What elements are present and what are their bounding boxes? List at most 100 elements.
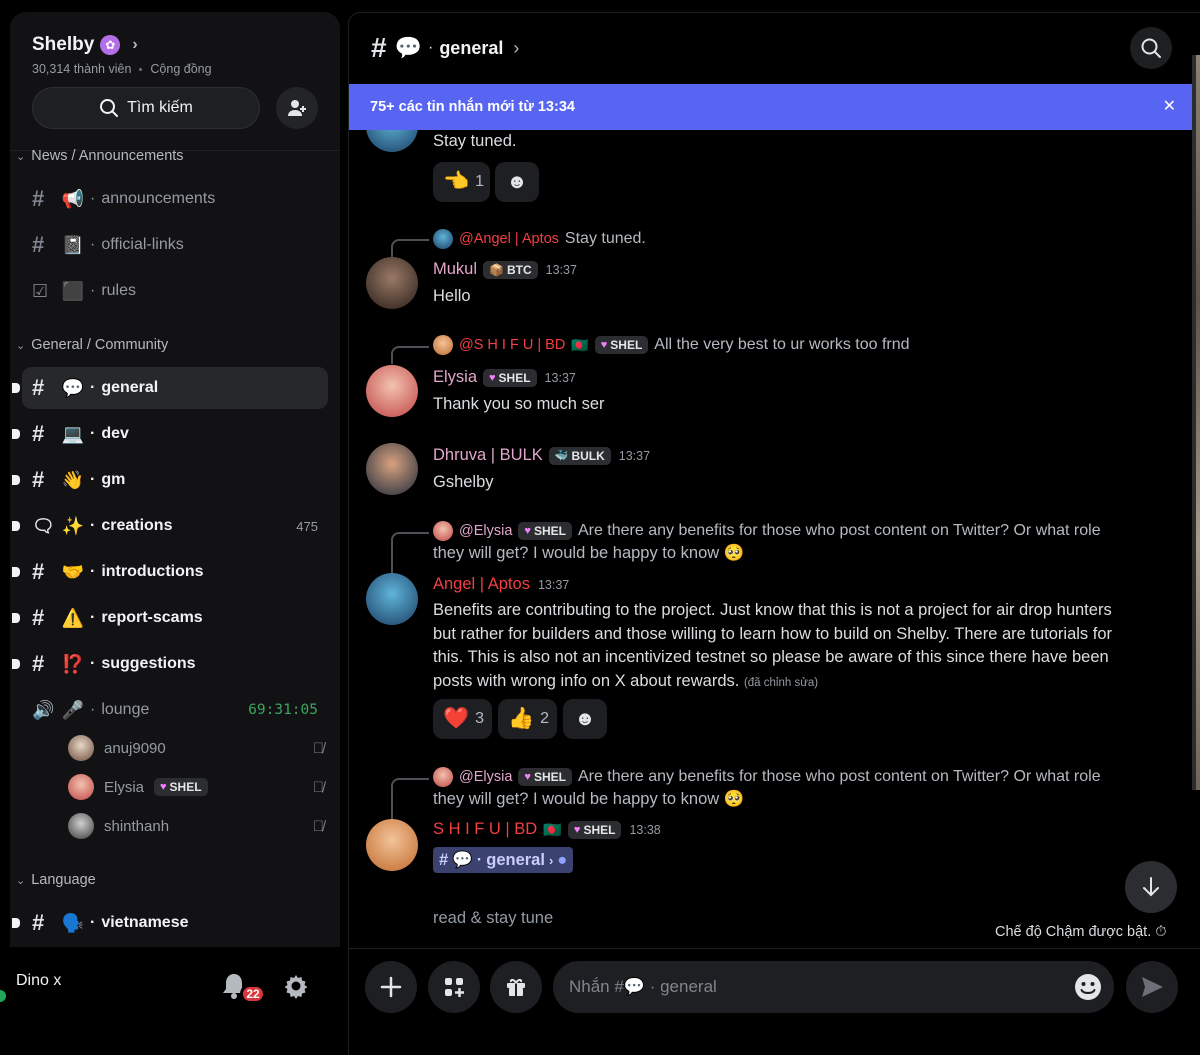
avatar	[68, 735, 94, 761]
hash-icon: #	[32, 605, 45, 630]
avatar[interactable]	[366, 819, 418, 871]
settings-button[interactable]	[280, 970, 312, 1002]
reply-author: @Angel | Aptos	[459, 231, 559, 247]
reaction[interactable]: 👈 1	[433, 162, 490, 202]
avatar[interactable]	[366, 130, 418, 152]
channel-introductions[interactable]: # 🤝 · introductions	[12, 551, 328, 593]
reply-text-continued: they will get? I would be happy to know …	[433, 790, 745, 808]
reply-author: @S H I F U | BD	[459, 337, 566, 353]
pleading-face-icon: 🥺	[723, 790, 745, 808]
chevron-right-icon: ›	[132, 36, 138, 53]
timestamp: 13:37	[618, 448, 651, 463]
server-header[interactable]: Shelby ✿ › 30,314 thành viên Cộng đồng	[32, 34, 212, 76]
server-badge-icon: ✿	[100, 35, 121, 55]
voice-user[interactable]: shinthanh 🎙̸	[68, 808, 330, 844]
channel-creations[interactable]: 🗨 ✨ · creations 475	[12, 505, 328, 547]
avatar[interactable]	[366, 257, 418, 309]
author-name[interactable]: S H I F U | BD	[433, 820, 537, 839]
reply-text: Stay tuned.	[564, 230, 646, 247]
channel-label: announcements	[101, 190, 216, 207]
voice-user[interactable]: anuj9090 🎙̸	[68, 730, 330, 766]
unread-indicator	[12, 918, 20, 928]
channel-dev[interactable]: # 💻 · dev	[12, 413, 328, 455]
add-reaction-button[interactable]: ☻	[495, 162, 539, 202]
header-search-button[interactable]	[1130, 27, 1172, 69]
channel-lounge[interactable]: 🔊 🎤 · lounge 69:31:05	[22, 689, 328, 731]
author-name[interactable]: Angel | Aptos	[433, 575, 530, 594]
chevron-down-icon: ⌄	[16, 874, 26, 887]
channel-title[interactable]: general	[439, 38, 503, 59]
gift-button[interactable]	[490, 961, 542, 1013]
message-header: Mukul 📦 BTC 13:37	[433, 260, 577, 279]
voice-user[interactable]: Elysia ♥ SHEL 🎙̸	[68, 769, 330, 805]
channel-vietnamese[interactable]: # 🗣️ · vietnamese	[12, 902, 328, 944]
avatar[interactable]	[366, 365, 418, 417]
message-content: Stay tuned.	[433, 132, 517, 150]
apps-icon	[445, 978, 464, 997]
category-news[interactable]: ⌄ News / Announcements	[16, 148, 184, 164]
server-tag: ♥ SHEL	[567, 820, 622, 839]
channel-mention[interactable]: # 💬 · general › ●	[433, 847, 574, 873]
search-button[interactable]: Tìm kiếm	[32, 87, 260, 129]
reply-preview[interactable]: @S H I F U | BD 🇧🇩 ♥ SHEL All the very be…	[433, 335, 910, 355]
server-tag: 📦 BTC	[483, 260, 538, 279]
user-panel: Dino x 22	[0, 948, 340, 1055]
channel-report-scams[interactable]: # ⚠️ · report-scams	[12, 597, 328, 639]
invite-button[interactable]	[276, 87, 318, 129]
category-language[interactable]: ⌄ Language	[16, 872, 96, 888]
new-messages-bar[interactable]: 75+ các tin nhắn mới từ 13:34 ✕	[349, 84, 1194, 130]
reply-line	[391, 532, 429, 574]
reaction[interactable]: ❤️ 3	[433, 699, 492, 739]
voice-user-name: Elysia	[104, 778, 145, 796]
server-name: Shelby	[32, 34, 95, 55]
channel-announcements[interactable]: # 📢 · announcements	[22, 178, 328, 220]
search-icon	[1141, 38, 1161, 58]
send-button[interactable]	[1126, 961, 1178, 1013]
flag-bangladesh-icon: 🇧🇩	[571, 336, 589, 353]
voice-speaker-icon: 🔊	[32, 699, 55, 720]
author-name[interactable]: Dhruva | BULK	[433, 446, 543, 465]
author-name[interactable]: Elysia	[433, 368, 477, 387]
post-count: 475	[296, 518, 318, 534]
channel-label: lounge	[101, 701, 150, 718]
category-general[interactable]: ⌄ General / Community	[16, 337, 168, 353]
channel-rules[interactable]: ☑ ⬛ · rules	[22, 270, 328, 312]
channel-suggestions[interactable]: # ⁉️ · suggestions	[12, 643, 328, 685]
category-label: General / Community	[31, 337, 169, 353]
message-header: Angel | Aptos 13:37	[433, 575, 569, 594]
reaction[interactable]: 👍 2	[498, 699, 557, 739]
stopwatch-icon: ⏱	[1155, 924, 1167, 940]
mention-label: general	[486, 850, 545, 869]
channel-general[interactable]: # 💬 · general	[12, 367, 328, 409]
message-input[interactable]: Nhắn #💬 · general	[553, 961, 1114, 1013]
reply-author: @Elysia	[459, 523, 513, 539]
avatar[interactable]	[366, 573, 418, 625]
reply-line	[391, 778, 429, 820]
forum-icon: 🗨	[32, 515, 55, 536]
reply-preview[interactable]: @Angel | Aptos Stay tuned.	[433, 229, 646, 249]
reaction-count: 1	[475, 173, 485, 190]
attach-button[interactable]	[365, 961, 417, 1013]
add-reaction-button[interactable]: ☻	[563, 699, 607, 739]
arrow-down-icon	[1143, 877, 1159, 897]
apps-button[interactable]	[428, 961, 480, 1013]
jump-to-present-button[interactable]	[1125, 861, 1177, 913]
heart-icon: ♥	[489, 371, 496, 384]
author-name[interactable]: Mukul	[433, 260, 477, 279]
channel-official-links[interactable]: # 📓 · official-links	[22, 224, 328, 266]
speaking-head-icon: 🗣️	[61, 912, 85, 933]
rules-checkbox-icon: ☑	[32, 280, 49, 301]
message-input-placeholder: Nhắn #💬 · general	[569, 977, 717, 996]
close-icon[interactable]: ✕	[1163, 96, 1176, 116]
reply-preview[interactable]: @Elysia ♥ SHEL Are there any benefits for…	[433, 767, 1101, 787]
username[interactable]: Dino x	[16, 972, 61, 990]
emoji-icon[interactable]	[1072, 971, 1104, 1003]
channel-label: introductions	[101, 563, 204, 580]
message-header: Dhruva | BULK 🐳 BULK 13:37	[433, 446, 650, 465]
reply-preview[interactable]: @Elysia ♥ SHEL Are there any benefits for…	[433, 521, 1101, 541]
channel-gm[interactable]: # 👋 · gm	[12, 459, 328, 501]
avatar[interactable]	[366, 443, 418, 495]
box-icon: 📦	[489, 262, 504, 277]
black-square-icon: ⬛	[61, 280, 85, 301]
unread-indicator	[12, 475, 20, 485]
